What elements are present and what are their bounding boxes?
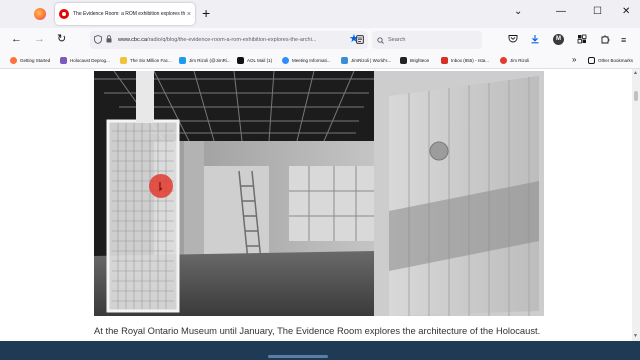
bookmark-item[interactable]: AOL Mail (1) — [237, 56, 272, 65]
gmail-bookmark-icon — [441, 57, 448, 64]
account-avatar[interactable]: M — [553, 34, 564, 45]
url-text[interactable]: www.cbc.ca/radio/q/blog/the-evidence-roo… — [118, 37, 356, 43]
bookmark-item[interactable]: Jim Rizoli (@JimRi... — [179, 56, 231, 65]
other-bookmarks-label: Other Bookmarks — [598, 58, 634, 63]
bookmark-label: JimRizoli | World's... — [351, 58, 392, 63]
downloads-icon[interactable] — [530, 34, 540, 47]
menu-icon[interactable]: ≡ — [621, 34, 626, 46]
shield-icon[interactable] — [94, 34, 102, 46]
os-taskbar — [0, 341, 640, 360]
tab-close-icon[interactable]: × — [187, 11, 191, 18]
tab-firefox[interactable] — [30, 4, 50, 24]
search-icon — [377, 36, 384, 44]
page-scrollbar[interactable]: ▲ ▼ — [632, 69, 640, 341]
tab-bar: The Evidence Room: a ROM exhibition expl… — [0, 0, 640, 28]
other-bookmarks[interactable]: Other Bookmarks — [588, 56, 633, 65]
bookmark-label: Holocaust Deprog... — [70, 58, 110, 63]
bookmark-label: The Six Million Fac... — [130, 58, 172, 63]
brighteon-bookmark-icon — [400, 57, 407, 64]
scroll-down-icon[interactable]: ▼ — [633, 333, 638, 339]
bookmark-label: Inbox (855) - rsta... — [451, 58, 490, 63]
pocket-icon[interactable] — [508, 34, 518, 46]
bookmark-item[interactable]: Holocaust Deprog... — [60, 56, 110, 65]
photo-caption: At the Royal Ontario Museum until Januar… — [94, 325, 541, 336]
url-path: /radio/q/blog/the-evidence-room-a-rom-ex… — [147, 37, 317, 43]
list-all-tabs-icon[interactable]: ⌄ — [514, 6, 522, 18]
minimize-button[interactable]: — — [556, 6, 566, 18]
bookmark-item[interactable]: Inbox (855) - rsta... — [441, 56, 489, 65]
forward-button[interactable]: → — [34, 33, 45, 46]
bookmark-item[interactable]: The Six Million Fac... — [120, 56, 172, 65]
tab-active[interactable]: The Evidence Room: a ROM exhibition expl… — [55, 3, 195, 25]
bookmarks-toolbar: Getting Started Holocaust Deprog... The … — [0, 52, 640, 69]
twitter-bookmark-icon — [179, 57, 186, 64]
site-bookmark-icon — [500, 57, 507, 64]
bookmark-label: Brighteon — [410, 58, 430, 63]
firefox-bookmark-icon — [10, 57, 17, 64]
close-window-button[interactable]: ✕ — [622, 6, 630, 18]
tab-title: The Evidence Room: a ROM exhibition expl… — [73, 11, 185, 17]
aol-bookmark-icon — [237, 57, 244, 64]
zoom-bookmark-icon — [282, 57, 289, 64]
bookmark-label: AOL Mail (1) — [247, 58, 273, 63]
bookmarks-overflow-button[interactable]: » — [572, 55, 576, 64]
taskbar-active-indicator — [268, 355, 328, 358]
search-bar[interactable]: Search — [372, 31, 482, 49]
site-bookmark-icon — [341, 57, 348, 64]
scrollbar-thumb[interactable] — [634, 91, 638, 101]
article-photo — [94, 71, 544, 316]
bookmark-item[interactable]: JimRizoli | World's... — [341, 56, 391, 65]
site-bookmark-icon — [120, 57, 127, 64]
scroll-up-icon[interactable]: ▲ — [633, 70, 638, 76]
bookmark-label: Meeting Informati... — [292, 58, 331, 63]
bookmark-label: Getting Started — [20, 58, 51, 63]
search-placeholder: Search — [388, 37, 406, 43]
site-bookmark-icon — [60, 57, 67, 64]
bookmark-item[interactable]: Brighteon — [400, 56, 429, 65]
nav-bar: ← → ↻ www.cbc.ca/radio/q/blog/the-eviden… — [0, 28, 640, 52]
bookmark-item[interactable]: Jim Rizoli — [500, 56, 529, 65]
url-bar[interactable]: www.cbc.ca/radio/q/blog/the-evidence-roo… — [90, 31, 368, 49]
url-host: www.cbc.ca — [118, 37, 148, 43]
bookmark-label: Jim Rizoli — [510, 58, 530, 63]
reload-button[interactable]: ↻ — [57, 33, 66, 46]
maximize-button[interactable]: ☐ — [593, 6, 602, 18]
cbc-logo-icon — [59, 9, 69, 19]
exhibition-photo-image — [94, 71, 544, 316]
bookmark-label: Jim Rizoli (@JimRi... — [189, 58, 231, 63]
new-tab-button[interactable]: + — [202, 5, 210, 21]
extensions-icon[interactable] — [600, 34, 610, 47]
bookmark-item[interactable]: Getting Started — [10, 56, 50, 65]
lock-icon[interactable] — [106, 35, 112, 45]
page-content: At the Royal Ontario Museum until Januar… — [0, 69, 632, 341]
folder-icon — [588, 57, 595, 64]
bookmark-item[interactable]: Meeting Informati... — [282, 56, 331, 65]
firefox-icon — [34, 8, 46, 20]
back-button[interactable]: ← — [11, 33, 22, 46]
bookmark-star-icon[interactable]: ★ — [349, 32, 359, 46]
multi-account-containers-icon[interactable] — [577, 34, 587, 47]
